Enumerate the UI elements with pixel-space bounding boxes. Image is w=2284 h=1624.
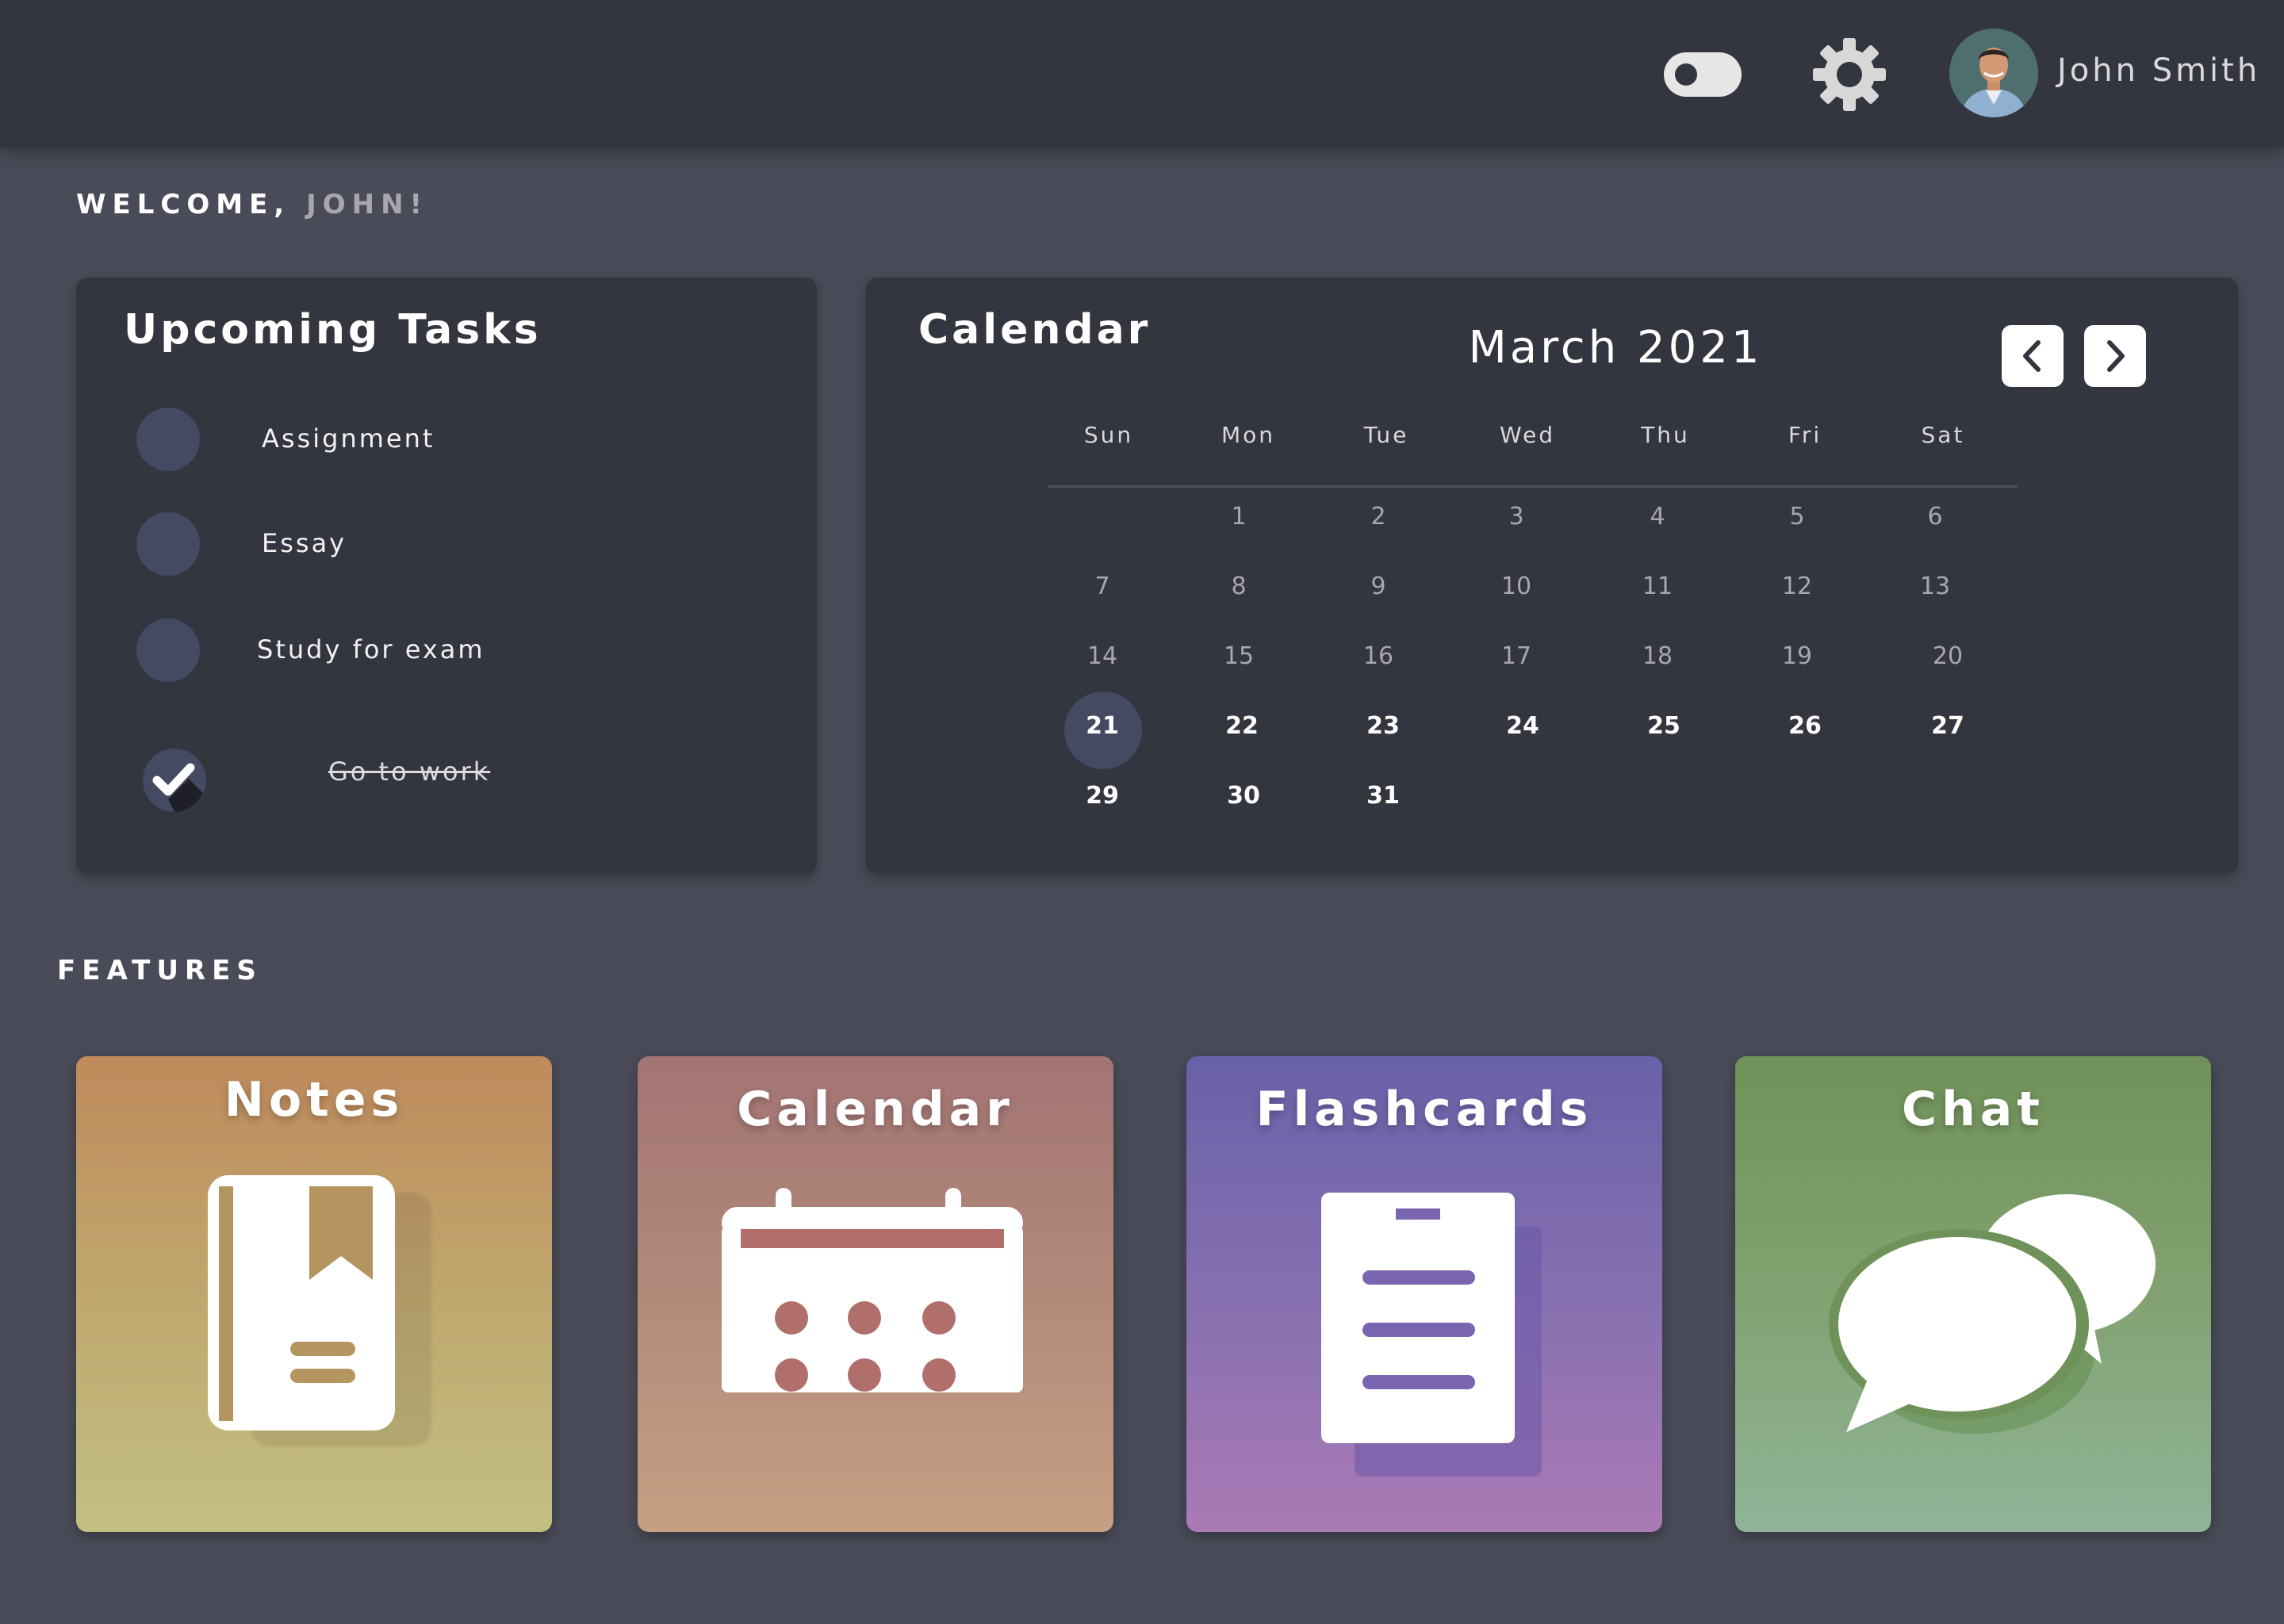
task-item[interactable]: Go to work: [136, 739, 755, 812]
calendar-day[interactable]: 7: [1063, 573, 1142, 600]
chevron-right-icon: [2107, 340, 2125, 372]
calendar-day[interactable]: 20: [1908, 642, 1987, 670]
calendar-day[interactable]: 13: [1895, 573, 1975, 600]
calendar-day[interactable]: 14: [1063, 642, 1142, 670]
prev-month-button[interactable]: [2002, 325, 2064, 387]
task-checkbox[interactable]: [136, 408, 200, 471]
top-bar: John Smith: [0, 0, 2284, 147]
task-label: Go to work: [328, 756, 491, 787]
task-item[interactable]: Assignment: [136, 408, 755, 473]
welcome-heading: WELCOME, JOHN!: [76, 189, 428, 220]
calendar-day[interactable]: 8: [1199, 573, 1278, 600]
calendar-day-today[interactable]: 21: [1063, 712, 1142, 740]
calendar-day[interactable]: 4: [1618, 503, 1697, 530]
welcome-greeting: WELCOME,: [76, 189, 291, 220]
calendar-day[interactable]: 25: [1624, 712, 1703, 740]
task-label: Essay: [262, 528, 347, 558]
feature-flashcards[interactable]: Flashcards: [1186, 1056, 1662, 1532]
chevron-left-icon: [2023, 340, 2041, 372]
calendar-day[interactable]: 3: [1477, 503, 1556, 530]
calendar-day[interactable]: 19: [1757, 642, 1837, 670]
calendar-day[interactable]: 15: [1199, 642, 1278, 670]
calendar-day[interactable]: 26: [1765, 712, 1845, 740]
calendar-day[interactable]: 31: [1343, 782, 1423, 810]
weekday-label: Wed: [1499, 422, 1556, 448]
calendar-day[interactable]: 27: [1908, 712, 1987, 740]
weekday-label: Sat: [1921, 422, 1965, 448]
gear-icon[interactable]: [1810, 35, 1889, 114]
calendar-day[interactable]: 5: [1757, 503, 1837, 530]
task-checkbox[interactable]: [136, 512, 200, 576]
calendar-card: Calendar March 2021 Sun Mon Tue Wed Thu …: [866, 278, 2238, 874]
toggle-knob: [1675, 63, 1697, 86]
calendar-day[interactable]: 9: [1339, 573, 1418, 600]
weekday-label: Tue: [1363, 422, 1409, 448]
task-label: Assignment: [262, 423, 435, 454]
notebook-icon: [208, 1175, 431, 1446]
next-month-button[interactable]: [2084, 325, 2146, 387]
avatar[interactable]: [1949, 29, 2038, 117]
weekday-label: Thu: [1641, 422, 1690, 448]
task-item[interactable]: Study for exam: [136, 619, 755, 684]
weekday-label: Sun: [1083, 422, 1134, 448]
theme-toggle[interactable]: [1664, 52, 1742, 97]
feature-calendar[interactable]: Calendar: [638, 1056, 1113, 1532]
calendar-day[interactable]: 10: [1477, 573, 1556, 600]
calendar-day[interactable]: 29: [1063, 782, 1142, 810]
weekday-label: Mon: [1221, 422, 1276, 448]
calendar-day[interactable]: 16: [1339, 642, 1418, 670]
calendar-day[interactable]: 23: [1343, 712, 1423, 740]
upcoming-tasks-card: Upcoming Tasks Assignment Essay Study fo…: [76, 278, 817, 874]
calendar-day[interactable]: 1: [1199, 503, 1278, 530]
calendar-day[interactable]: 6: [1895, 503, 1975, 530]
tasks-title: Upcoming Tasks: [124, 306, 542, 354]
avatar-photo: [1949, 29, 2038, 117]
flashcards-icon: [1321, 1193, 1542, 1477]
task-checkbox[interactable]: [136, 619, 200, 682]
user-name[interactable]: John Smith: [2057, 52, 2260, 89]
calendar-icon: [722, 1188, 1023, 1392]
feature-notes[interactable]: Notes: [76, 1056, 552, 1532]
weekday-label: Fri: [1788, 422, 1822, 448]
calendar-day[interactable]: 17: [1477, 642, 1556, 670]
calendar-day[interactable]: 2: [1339, 503, 1418, 530]
calendar-day[interactable]: 24: [1483, 712, 1562, 740]
task-item[interactable]: Essay: [136, 512, 755, 577]
calendar-day[interactable]: 30: [1204, 782, 1283, 810]
calendar-day[interactable]: 11: [1618, 573, 1697, 600]
checkmark-icon[interactable]: [141, 747, 208, 814]
welcome-name: JOHN!: [306, 189, 429, 220]
calendar-day[interactable]: 18: [1618, 642, 1697, 670]
calendar-divider: [1048, 485, 2018, 488]
task-label: Study for exam: [257, 634, 485, 665]
feature-chat[interactable]: Chat: [1735, 1056, 2211, 1532]
chat-icon: [1829, 1194, 2156, 1434]
features-heading: FEATURES: [57, 955, 263, 986]
calendar-day[interactable]: 22: [1202, 712, 1282, 740]
calendar-day[interactable]: 12: [1757, 573, 1837, 600]
